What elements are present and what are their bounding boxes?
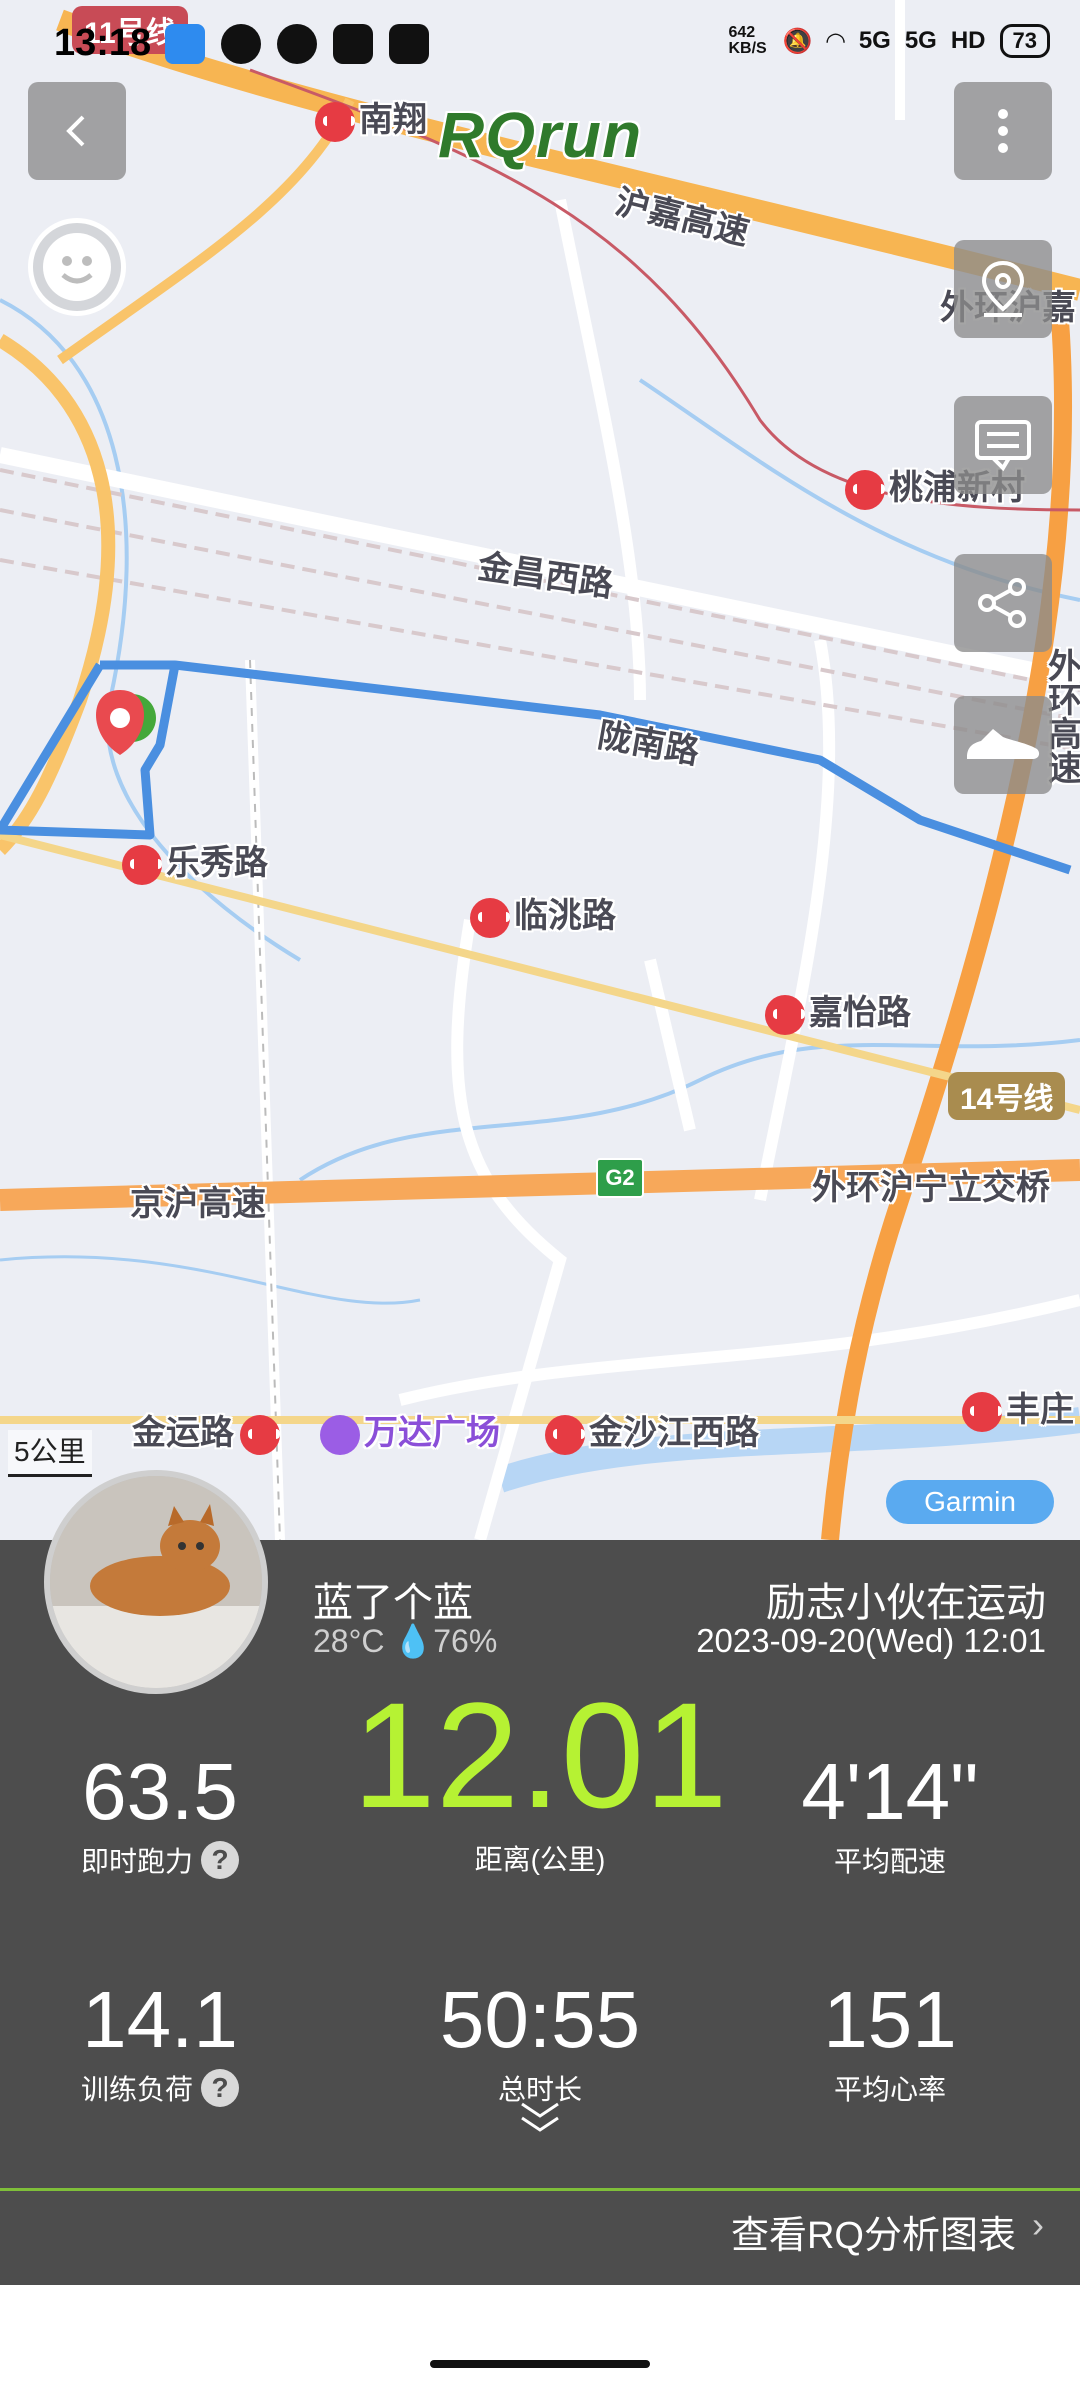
chat-bubble-icon: [221, 24, 261, 64]
chevron-right-icon[interactable]: ›: [1032, 2204, 1044, 2246]
station-jinyun[interactable]: 金运路: [132, 1405, 284, 1456]
share-button[interactable]: [954, 554, 1052, 652]
status-bar: 13:18 642 KB/S 🔕 ◠ 5G 5G HD 73: [0, 0, 1080, 90]
avg-hr-value: 151: [823, 1975, 957, 2064]
garmin-badge[interactable]: Garmin: [886, 1480, 1054, 1524]
app-icon: [389, 24, 429, 64]
metro-icon: [845, 470, 885, 511]
telegram-icon: [165, 24, 205, 64]
metro-icon: [122, 845, 162, 886]
training-load-stat: 14.1 训练负荷?: [60, 1980, 260, 2108]
activity-datetime: 2023-09-20(Wed) 12:01: [696, 1622, 1046, 1659]
shopping-icon: [320, 1415, 360, 1456]
map-scale: 5公里: [8, 1430, 92, 1477]
running-shoe-icon: [967, 729, 1040, 759]
message-icon: [277, 24, 317, 64]
tiktok-icon: [333, 24, 373, 64]
avg-hr-stat: 151 平均心率: [770, 1980, 1010, 2108]
running-power-value: 63.5: [82, 1747, 238, 1836]
cat-photo: [50, 1476, 262, 1688]
emoji-button[interactable]: [28, 218, 126, 316]
station-jinshajiang[interactable]: 金沙江西路: [545, 1405, 759, 1456]
road-label-jinghu: 京沪高速: [130, 1185, 266, 1223]
panel-divider: [0, 2188, 1080, 2191]
more-vertical-icon: [998, 109, 1008, 153]
signal-5g-2: 5G: [904, 27, 937, 54]
comment-button[interactable]: [954, 396, 1052, 494]
run-summary-panel: 蓝了个蓝 28°C 💧76% 励志小伙在运动 2023-09-20(Wed) 1…: [0, 1470, 1080, 2285]
share-icon: [978, 578, 1026, 628]
metro-icon: [470, 898, 510, 939]
total-time-stat: 50:55 总时长: [400, 1980, 680, 2108]
more-menu-button[interactable]: [954, 82, 1052, 180]
running-power-stat: 63.5 即时跑力?: [60, 1752, 260, 1880]
help-icon[interactable]: ?: [201, 1841, 239, 1879]
avg-hr-label: 平均心率: [833, 2074, 946, 2105]
metro-icon: [545, 1415, 585, 1456]
back-button[interactable]: [28, 82, 126, 180]
distance-stat: 12.01 距离(公里): [340, 1680, 740, 1878]
wifi-icon: ◠: [826, 27, 845, 55]
battery-indicator: 73: [999, 24, 1050, 58]
signal-5g-1: 5G: [858, 27, 891, 54]
status-time: 13:18: [54, 22, 152, 64]
metro-icon: [240, 1415, 280, 1456]
station-nanxiang[interactable]: 南翔: [315, 92, 427, 143]
training-load-value: 14.1: [82, 1975, 238, 2064]
training-load-label: 训练负荷: [80, 2074, 193, 2105]
running-power-label: 即时跑力: [80, 1846, 193, 1877]
avg-pace-label: 平均配速: [833, 1846, 946, 1877]
metro-icon: [962, 1392, 1002, 1433]
hd-indicator: HD: [950, 27, 986, 54]
help-icon[interactable]: ?: [201, 2069, 239, 2107]
network-speed: 642 KB/S: [728, 24, 767, 57]
map-base-layer: [0, 0, 1080, 1540]
avg-pace-value: 4'14": [801, 1747, 979, 1836]
metro-icon: [315, 102, 355, 143]
avatar[interactable]: [44, 1470, 268, 1694]
road-label-huning: 外环沪宁立交桥: [812, 1169, 1050, 1207]
chevron-left-icon: [66, 115, 85, 147]
road-label-waihuan: 外环高速: [1048, 648, 1080, 788]
station-jiayi[interactable]: 嘉怡路: [765, 985, 911, 1036]
mute-icon: 🔕: [782, 27, 813, 55]
weather-info: 28°C 💧76%: [313, 1623, 498, 1659]
rq-analysis-link[interactable]: 查看RQ分析图表: [731, 2204, 1016, 2259]
comment-icon: [975, 420, 1031, 472]
user-name: 蓝了个蓝: [313, 1581, 473, 1625]
shoe-button[interactable]: [954, 696, 1052, 794]
avg-pace-stat: 4'14" 平均配速: [770, 1752, 1010, 1880]
metro-line-14-badge: 14号线: [948, 1072, 1066, 1120]
home-indicator[interactable]: [430, 2360, 650, 2368]
total-time-value: 50:55: [439, 1975, 641, 2064]
station-fengzhuang[interactable]: 丰庄: [962, 1382, 1074, 1433]
location-button[interactable]: [954, 240, 1052, 338]
location-pin-icon: [981, 260, 1025, 317]
smiley-icon: [43, 233, 111, 301]
double-chevron-down-icon: [521, 2102, 559, 2132]
distance-value: 12.01: [352, 1671, 728, 1839]
poi-wanda[interactable]: 万达广场: [320, 1405, 500, 1456]
metro-icon: [765, 995, 805, 1036]
expand-button[interactable]: [518, 2100, 562, 2141]
station-lexiu[interactable]: 乐秀路: [122, 835, 268, 886]
activity-title: 励志小伙在运动: [766, 1581, 1046, 1625]
rqrun-logo: RQrun: [438, 99, 643, 171]
highway-shield-g2: G2: [596, 1158, 644, 1198]
distance-label: 距离(公里): [474, 1844, 606, 1875]
route-map[interactable]: 南翔 桃浦新村 乐秀路 临洮路 嘉怡路 金运路 金沙江西路 丰庄 万达广场 沪嘉…: [0, 0, 1080, 1540]
station-lintao[interactable]: 临洮路: [470, 888, 616, 939]
